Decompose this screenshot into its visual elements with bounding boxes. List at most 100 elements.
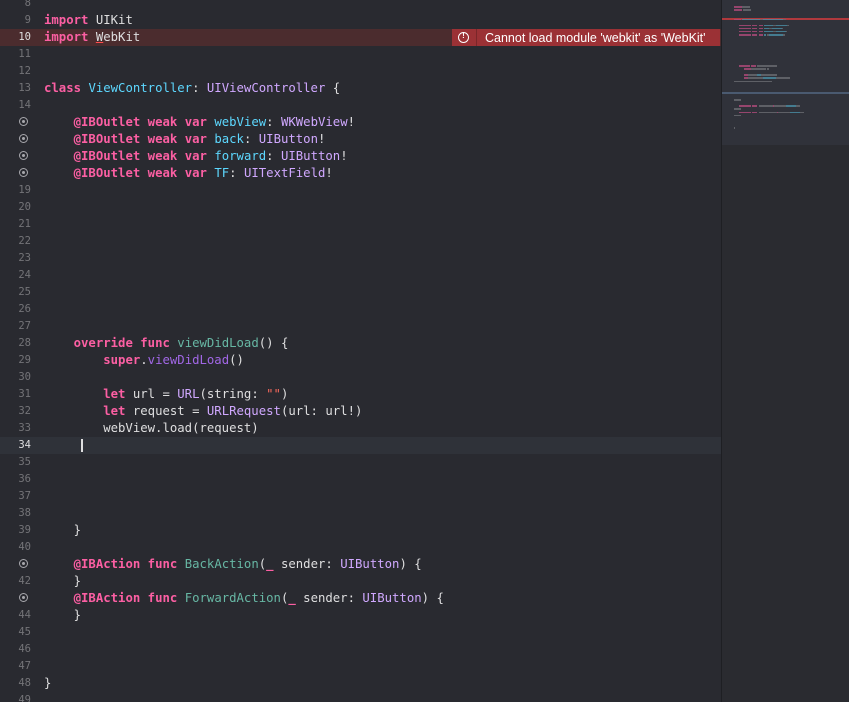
minimap-line <box>752 30 758 33</box>
code-line-25[interactable]: 25 <box>0 284 721 301</box>
code-line-16[interactable]: @IBOutlet weak var back: UIButton! <box>0 131 721 148</box>
code-line-46[interactable]: 46 <box>0 641 721 658</box>
line-number: 37 <box>18 490 31 502</box>
code-token: : <box>243 132 259 146</box>
code-token: @IBOutlet <box>73 115 141 129</box>
code-token: () <box>229 353 244 367</box>
code-token: "" <box>266 387 281 401</box>
code-line-37[interactable]: 37 <box>0 488 721 505</box>
code-text: import WebKit <box>44 29 140 46</box>
minimap-visible-region[interactable] <box>722 0 849 145</box>
code-line-49[interactable]: 49 <box>0 692 721 702</box>
minimap-line <box>786 105 797 107</box>
line-number: 35 <box>18 456 31 468</box>
code-line-38[interactable]: 38 <box>0 505 721 522</box>
code-line-11[interactable]: 11 <box>0 46 721 63</box>
code-line-28[interactable]: 28 override func viewDidLoad() { <box>0 335 721 352</box>
code-line-42[interactable]: 42 } <box>0 573 721 590</box>
code-line-12[interactable]: 12 <box>0 63 721 80</box>
line-number: 46 <box>18 643 31 655</box>
code-line-33[interactable]: 33 webView.load(request) <box>0 420 721 437</box>
code-token: : <box>229 166 244 180</box>
outlet-connection-icon[interactable] <box>19 559 28 568</box>
code-token: UIButton <box>340 557 400 571</box>
code-line-21[interactable]: 21 <box>0 216 721 233</box>
minimap-line <box>775 74 777 76</box>
line-number: 28 <box>18 337 31 349</box>
code-line-30[interactable]: 30 <box>0 369 721 386</box>
code-line-27[interactable]: 27 <box>0 318 721 335</box>
minimap-line <box>775 77 790 79</box>
code-line-31[interactable]: 31 let url = URL(string: "") <box>0 386 721 403</box>
code-token: _ <box>266 557 274 571</box>
code-text: @IBOutlet weak var back: UIButton! <box>44 131 326 148</box>
code-line-24[interactable]: 24 <box>0 267 721 284</box>
code-line-23[interactable]: 23 <box>0 250 721 267</box>
code-line-35[interactable]: 35 <box>0 454 721 471</box>
minimap-line <box>734 6 742 8</box>
minimap-line <box>752 105 758 107</box>
code-line-43[interactable]: @IBAction func ForwardAction(_ sender: U… <box>0 590 721 607</box>
code-token: var <box>184 115 207 129</box>
code-token: (string: <box>199 387 267 401</box>
code-line-29[interactable]: 29 super.viewDidLoad() <box>0 352 721 369</box>
code-line-13[interactable]: 13 class ViewController: UIViewController… <box>0 80 721 97</box>
code-token: var <box>184 132 207 146</box>
code-line-18[interactable]: @IBOutlet weak var TF: UITextField! <box>0 165 721 182</box>
outlet-connection-icon[interactable] <box>19 134 28 143</box>
code-line-10[interactable]: 10 import WebKit Cannot load module 'webki… <box>0 29 721 46</box>
code-token: ) <box>280 387 289 401</box>
outlet-connection-icon[interactable] <box>19 593 28 602</box>
code-line-41[interactable]: @IBAction func BackAction(_ sender: UIBu… <box>0 556 721 573</box>
code-token: : <box>192 81 207 95</box>
code-line-20[interactable]: 20 <box>0 199 721 216</box>
code-line-48[interactable]: 48} <box>0 675 721 692</box>
minimap-line <box>758 24 763 27</box>
code-token: ! <box>347 115 356 129</box>
code-line-34[interactable]: 34 <box>0 437 721 454</box>
minimap-line <box>758 30 763 33</box>
code-token: viewDidLoad <box>177 336 259 350</box>
code-line-44[interactable]: 44 } <box>0 607 721 624</box>
line-number: 25 <box>18 286 31 298</box>
minimap-line <box>774 105 786 107</box>
code-line-40[interactable]: 40 <box>0 539 721 556</box>
code-line-32[interactable]: 32 let request = URLRequest(url: url!) <box>0 403 721 420</box>
outlet-connection-icon[interactable] <box>19 168 28 177</box>
code-line-39[interactable]: 39 } <box>0 522 721 539</box>
minimap-line <box>741 18 760 20</box>
error-badge[interactable]: Cannot load module 'webkit' as 'WebKit' <box>452 29 720 46</box>
code-line-45[interactable]: 45 <box>0 624 721 641</box>
code-token: _ <box>288 591 296 605</box>
code-line-9[interactable]: 9 import UIKit <box>0 12 721 29</box>
outlet-connection-icon[interactable] <box>19 117 28 126</box>
code-editor[interactable]: 8 9 import UIKit 10 import WebKit Cannot load… <box>0 0 721 702</box>
minimap[interactable] <box>721 0 849 702</box>
code-token: viewDidLoad <box>147 353 230 367</box>
code-line-8[interactable]: 8 <box>0 0 721 12</box>
code-line-14[interactable]: 14 <box>0 97 721 114</box>
code-token: : <box>266 149 281 163</box>
code-text: @IBAction func BackAction(_ sender: UIBu… <box>44 556 422 573</box>
code-token: UIButton <box>280 149 341 163</box>
code-line-17[interactable]: @IBOutlet weak var forward: UIButton! <box>0 148 721 165</box>
code-token: UIButton <box>362 591 422 605</box>
error-icon <box>458 31 469 43</box>
code-token: override <box>73 336 133 350</box>
code-line-19[interactable]: 19 <box>0 182 721 199</box>
minimap-line <box>748 74 758 76</box>
code-line-15[interactable]: @IBOutlet weak var webView: WKWebView! <box>0 114 721 131</box>
code-token: @IBOutlet <box>73 149 141 163</box>
code-line-36[interactable]: 36 <box>0 471 721 488</box>
line-number: 8 <box>24 0 31 9</box>
code-line-47[interactable]: 47 <box>0 658 721 675</box>
code-token: ) { <box>399 557 422 571</box>
outlet-connection-icon[interactable] <box>19 151 28 160</box>
minimap-line <box>734 80 772 82</box>
code-line-22[interactable]: 22 <box>0 233 721 250</box>
code-line-26[interactable]: 26 <box>0 301 721 318</box>
